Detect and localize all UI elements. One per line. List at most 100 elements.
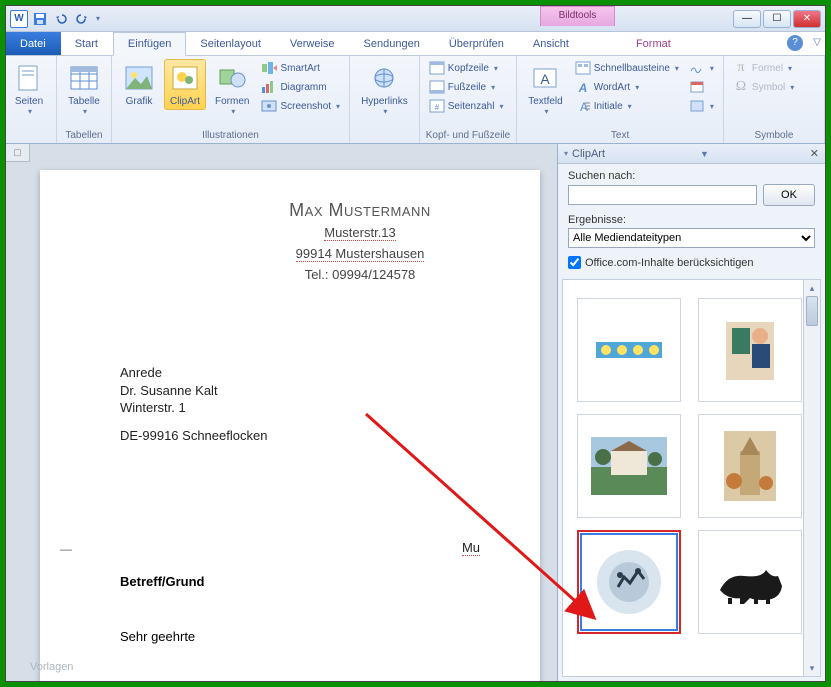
- signature-icon: [689, 60, 705, 76]
- ribbon-group-links: Hyperlinks ▾: [350, 56, 420, 143]
- svg-text:A: A: [577, 81, 587, 94]
- scroll-thumb[interactable]: [806, 296, 818, 326]
- clipart-result-5-selected[interactable]: [577, 530, 681, 634]
- qat-dropdown-icon[interactable]: ▾: [96, 14, 100, 23]
- sender-street: Musterstr.13: [324, 225, 396, 241]
- pane-close-icon[interactable]: ✕: [810, 147, 819, 160]
- screenshot-button[interactable]: Screenshot▾: [258, 97, 343, 115]
- quickparts-button[interactable]: Schnellbausteine▾: [572, 59, 682, 77]
- chevron-down-icon: ▾: [499, 102, 503, 111]
- ribbon-group-tables: Tabelle ▾ Tabellen: [57, 56, 112, 143]
- close-button[interactable]: ✕: [793, 10, 821, 28]
- officecom-label: Office.com-Inhalte berücksichtigen: [585, 257, 754, 269]
- save-icon[interactable]: [31, 10, 49, 28]
- clipart-button[interactable]: ClipArt: [164, 59, 206, 110]
- ribbon-group-pages: Seiten ▾: [6, 56, 57, 143]
- shapes-icon: [216, 62, 248, 94]
- fold-mark: —: [60, 542, 72, 556]
- pane-title: ClipArt: [572, 148, 605, 160]
- tab-references[interactable]: Verweise: [276, 32, 350, 55]
- dropcap-button[interactable]: AInitiale▾: [572, 97, 682, 115]
- datetime-button[interactable]: [686, 78, 717, 96]
- chevron-down-icon: ▾: [790, 83, 794, 92]
- signature-button[interactable]: ▾: [686, 59, 717, 77]
- clipart-pane: ▾ ClipArt ▼ ✕ Suchen nach: OK Ergebnisse…: [557, 144, 825, 681]
- ruler-toggle-icon[interactable]: ▢: [6, 144, 30, 162]
- ok-button[interactable]: OK: [763, 184, 815, 206]
- chevron-down-icon: ▾: [675, 64, 679, 73]
- tab-start[interactable]: Start: [61, 32, 113, 55]
- clipped-text: Mu: [462, 540, 480, 556]
- results-scrollbar[interactable]: ▴ ▾: [803, 280, 820, 676]
- document-page: Max Mustermann Musterstr.13 99914 Muster…: [40, 170, 540, 681]
- pane-dropdown-icon[interactable]: ▼: [700, 149, 709, 159]
- sender-city: 99914 Mustershausen: [296, 246, 425, 262]
- tab-format[interactable]: Format: [622, 32, 686, 55]
- chevron-down-icon: ▾: [494, 64, 498, 73]
- ribbon-group-symbols: πFormel▾ ΩSymbol▾ Symbole: [724, 56, 825, 143]
- tab-file[interactable]: Datei: [6, 32, 61, 55]
- quick-access-toolbar: W ▾: [10, 10, 100, 28]
- app-window: Bildtools W ▾ — ☐ ✕ Datei Start Einfügen…: [5, 5, 826, 682]
- page-icon: [13, 62, 45, 94]
- document-area[interactable]: Max Mustermann Musterstr.13 99914 Muster…: [6, 144, 557, 681]
- pane-menu-icon[interactable]: ▾: [564, 149, 568, 158]
- window-controls: — ☐ ✕: [733, 10, 821, 28]
- tab-insert[interactable]: Einfügen: [113, 32, 186, 56]
- help-icon[interactable]: ?: [787, 35, 803, 51]
- group-label-symbols: Symbole: [730, 128, 818, 143]
- header-icon: [429, 60, 445, 76]
- symbol-button[interactable]: ΩSymbol▾: [730, 78, 797, 96]
- officecom-checkbox[interactable]: [568, 256, 581, 269]
- footer-button[interactable]: Fußzeile▾: [426, 78, 507, 96]
- word-app-icon: W: [10, 10, 28, 28]
- pagenumber-button[interactable]: #Seitenzahl▾: [426, 97, 507, 115]
- hyperlinks-button[interactable]: Hyperlinks ▾: [356, 59, 413, 119]
- chart-button[interactable]: Diagramm: [258, 78, 343, 96]
- ribbon-collapse-icon[interactable]: ▽: [813, 37, 821, 48]
- search-input[interactable]: [568, 185, 757, 205]
- shapes-button[interactable]: Formen ▾: [210, 59, 254, 119]
- smartart-button[interactable]: SmartArt: [258, 59, 343, 77]
- tab-mailings[interactable]: Sendungen: [350, 32, 435, 55]
- scroll-up-icon[interactable]: ▴: [804, 280, 820, 296]
- group-label-headerfooter: Kopf- und Fußzeile: [426, 128, 511, 143]
- equation-button[interactable]: πFormel▾: [730, 59, 797, 77]
- date-icon: [689, 79, 705, 95]
- minimize-button[interactable]: —: [733, 10, 761, 28]
- chevron-down-icon: ▾: [336, 102, 340, 111]
- group-label-text: Text: [523, 128, 717, 143]
- header-button[interactable]: Kopfzeile▾: [426, 59, 507, 77]
- clipart-result-4[interactable]: [698, 414, 802, 518]
- chevron-down-icon: ▾: [83, 107, 87, 116]
- clipart-result-6[interactable]: [698, 530, 802, 634]
- mediatype-select[interactable]: Alle Mediendateitypen: [568, 228, 815, 248]
- clipart-result-3[interactable]: [577, 414, 681, 518]
- undo-icon[interactable]: [52, 10, 70, 28]
- tab-view[interactable]: Ansicht: [519, 32, 584, 55]
- scroll-down-icon[interactable]: ▾: [804, 660, 820, 676]
- clipart-result-1[interactable]: [577, 298, 681, 402]
- workspace: ▢ Max Mustermann Musterstr.13 99914 Must…: [6, 144, 825, 681]
- chevron-down-icon: ▾: [28, 107, 32, 116]
- picture-button[interactable]: Grafik: [118, 59, 160, 110]
- wordart-icon: A: [575, 79, 591, 95]
- salutation-line: Sehr geehrte: [120, 629, 480, 644]
- chevron-down-icon: ▾: [383, 107, 387, 116]
- redo-icon[interactable]: [73, 10, 91, 28]
- object-button[interactable]: ▾: [686, 97, 717, 115]
- wordart-button[interactable]: AWordArt▾: [572, 78, 682, 96]
- clipart-result-2[interactable]: [698, 298, 802, 402]
- title-bar: W ▾ — ☐ ✕: [6, 6, 825, 32]
- tab-review[interactable]: Überprüfen: [435, 32, 519, 55]
- textbox-button[interactable]: A Textfeld ▾: [523, 59, 567, 119]
- maximize-button[interactable]: ☐: [763, 10, 791, 28]
- pane-controls: Suchen nach: OK Ergebnisse: Alle Mediend…: [558, 164, 825, 275]
- chevron-down-icon: ▾: [635, 83, 639, 92]
- picture-icon: [123, 62, 155, 94]
- table-button[interactable]: Tabelle ▾: [63, 59, 105, 119]
- object-icon: [689, 98, 705, 114]
- pane-titlebar[interactable]: ▾ ClipArt ▼ ✕: [558, 144, 825, 164]
- pages-button[interactable]: Seiten ▾: [8, 59, 50, 119]
- tab-pagelayout[interactable]: Seitenlayout: [186, 32, 276, 55]
